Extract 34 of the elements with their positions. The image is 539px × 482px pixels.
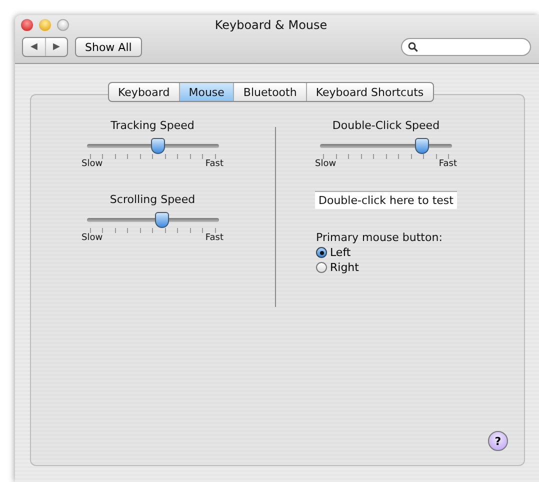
slow-label: Slow — [82, 233, 103, 243]
slider-title: Tracking Speed — [110, 119, 194, 132]
radio-option[interactable]: Right — [316, 261, 442, 274]
primary-button-label: Primary mouse button: — [316, 231, 442, 244]
slider-thumb[interactable] — [150, 138, 165, 154]
slider-title: Scrolling Speed — [110, 193, 196, 206]
show-all-button[interactable]: Show All — [75, 37, 142, 57]
slow-label: Slow — [315, 159, 336, 169]
slider-thumb[interactable] — [414, 138, 429, 154]
close-icon[interactable] — [21, 19, 33, 31]
speed-slider[interactable] — [86, 212, 218, 228]
fast-label: Fast — [205, 159, 224, 169]
tab[interactable]: Mouse — [178, 83, 234, 101]
back-button[interactable]: ◀ — [23, 38, 45, 56]
help-button[interactable]: ? — [488, 431, 508, 451]
slider-thumb[interactable] — [154, 212, 169, 228]
search-icon — [408, 42, 418, 52]
radio-label: Left — [330, 246, 351, 259]
radio-label: Right — [330, 261, 359, 274]
speed-slider[interactable] — [320, 138, 452, 154]
window-title: Keyboard & Mouse — [214, 18, 328, 32]
fast-label: Fast — [438, 159, 457, 169]
search-field[interactable] — [401, 38, 531, 56]
tab[interactable]: Keyboard Shortcuts — [306, 83, 433, 101]
fast-label: Fast — [205, 233, 224, 243]
slider-title: Double-Click Speed — [332, 119, 440, 132]
test-area[interactable]: Double-click here to test — [314, 191, 458, 209]
tab[interactable]: Bluetooth — [233, 83, 306, 101]
tab[interactable]: Keyboard — [109, 83, 179, 101]
speed-slider[interactable] — [86, 138, 218, 154]
zoom-icon[interactable] — [57, 19, 69, 31]
forward-button[interactable]: ▶ — [45, 38, 67, 56]
radio-option[interactable]: Left — [316, 246, 442, 259]
slow-label: Slow — [82, 159, 103, 169]
